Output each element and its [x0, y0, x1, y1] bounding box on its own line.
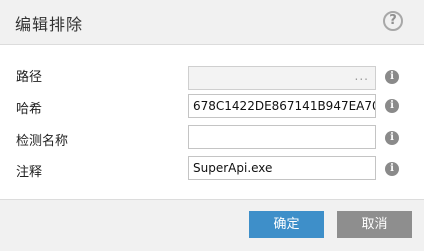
path-info-icon[interactable]: i — [385, 70, 399, 84]
dialog-title: 编辑排除 — [15, 15, 84, 34]
cancel-button[interactable]: 取消 — [337, 211, 412, 238]
path-label: 路径 — [16, 70, 43, 85]
dialog-header: 编辑排除 ? — [0, 0, 424, 45]
browse-icon[interactable]: ... — [355, 67, 369, 87]
comment-value: SuperApi.exe — [193, 161, 273, 175]
detection-name-info-icon[interactable]: i — [385, 131, 399, 145]
hash-value: 678C1422DE867141B947EA700E8A2 — [193, 99, 375, 113]
comment-field[interactable]: SuperApi.exe — [188, 156, 376, 180]
ok-button[interactable]: 确定 — [249, 211, 324, 238]
hash-info-icon[interactable]: i — [385, 99, 399, 113]
comment-label: 注释 — [16, 165, 43, 180]
hash-label: 哈希 — [16, 102, 43, 117]
path-field: ... — [188, 66, 376, 90]
hash-field[interactable]: 678C1422DE867141B947EA700E8A2 — [188, 94, 376, 118]
detection-name-field[interactable] — [188, 125, 376, 149]
detection-name-label: 检测名称 — [16, 134, 69, 149]
dialog-footer: 确定 取消 — [0, 199, 424, 251]
help-icon[interactable]: ? — [383, 11, 403, 31]
comment-info-icon[interactable]: i — [385, 162, 399, 176]
